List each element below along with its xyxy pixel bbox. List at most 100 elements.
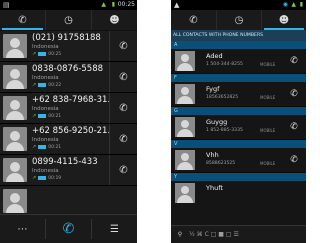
phone-icon: ✆ [119, 102, 128, 114]
call-log-row[interactable]: +62 838-7968-31... Indonesia ↗ 00:21 ✆ [0, 93, 137, 124]
dialpad-button[interactable]: ⋯ [0, 215, 45, 243]
call-number: 0899-4115-433 [32, 157, 98, 167]
outgoing-call-icon: ↗ [32, 51, 37, 57]
search-button[interactable]: ⚲ [171, 226, 189, 243]
search-icon: ⚲ [177, 231, 183, 238]
phone-type: MOBILE [260, 95, 276, 100]
call-meta: ↗ 00:19 [32, 175, 61, 181]
menu-icon: ☰ [110, 223, 119, 235]
call-location: Indonesia [32, 168, 59, 174]
dialpad-icon: ⋯ [17, 223, 28, 235]
image-icon: ▤ [3, 1, 10, 9]
phone-icon: ✆ [290, 155, 298, 165]
call-log-row[interactable]: +62 856-9250-21... Indonesia ↗ 00:21 ✆ [0, 124, 137, 155]
call-button[interactable]: ✆ [109, 31, 137, 61]
call-meta: ↗ 00:22 [32, 82, 61, 88]
section-header: G [171, 107, 306, 115]
contact-row[interactable]: Fygf 18563652825 MOBILE ✆ [171, 82, 306, 106]
alphabet-strip: ½ ⌘ C □ ■ □ ☰ [189, 231, 239, 238]
call-location: Indonesia [32, 106, 59, 112]
call-tab-button[interactable]: ✆ [46, 215, 91, 243]
phone-icon: ✆ [18, 14, 27, 26]
phone-icon: ✆ [62, 221, 75, 237]
phone-icon: ✆ [290, 89, 298, 99]
menu-button[interactable]: ☰ [92, 215, 137, 243]
sim-icon [38, 144, 47, 149]
call-button[interactable]: ✆ [282, 82, 306, 106]
call-button[interactable]: ✆ [282, 115, 306, 139]
contacts-screen: ▲ ◉ ▲ ▮ ✆ ◷ ☻ ALL CONTACTS WITH PHONE NU… [171, 0, 306, 243]
avatar [175, 84, 195, 104]
tab-recent[interactable]: ◷ [46, 10, 91, 30]
contact-row[interactable]: Aded 1 504-344-8255 MOBILE ✆ [171, 49, 306, 73]
call-button[interactable]: ✆ [282, 49, 306, 73]
call-location: Indonesia [32, 75, 59, 81]
phone-icon: ✆ [119, 164, 128, 176]
outgoing-call-icon: ↗ [32, 113, 37, 119]
avatar [3, 34, 27, 58]
call-button[interactable]: ✆ [282, 148, 306, 172]
quick-actions[interactable]: ½ ⌘ C □ ■ □ ☰ [189, 226, 306, 243]
call-time: 00:25 [48, 52, 62, 57]
call-meta: ↗ 00:21 [32, 113, 61, 119]
contact-name: Aded [206, 52, 223, 60]
call-button[interactable]: ✆ [109, 62, 137, 92]
tab-calls[interactable]: ✆ [0, 10, 45, 30]
call-log-row[interactable]: 0838-0876-5588 Indonesia ↗ 00:22 ✆ [0, 62, 137, 93]
phone-type: MOBILE [260, 161, 276, 166]
signal-icon: ▲ [291, 1, 296, 8]
contact-name: Yhuft [206, 184, 223, 192]
signal-icon: ▲ [101, 1, 106, 8]
avatar [175, 51, 195, 71]
call-button[interactable]: ✆ [109, 155, 137, 185]
contacts-icon: ☻ [278, 14, 290, 26]
call-button[interactable]: ✆ [109, 93, 137, 123]
contact-row[interactable]: Yhuft [171, 181, 306, 225]
outgoing-call-icon: ↗ [32, 175, 37, 181]
contact-phone: 1 852-885-3335 [206, 128, 243, 133]
sim-icon [38, 175, 47, 180]
call-button[interactable]: ✆ [109, 124, 137, 154]
avatar [175, 150, 195, 170]
sim-icon [38, 113, 47, 118]
avatar [175, 183, 195, 203]
phone-icon: ✆ [119, 133, 128, 145]
call-log-row-partial[interactable] [0, 186, 137, 216]
wifi-icon: ◉ [282, 1, 288, 8]
status-bar: ▲ ◉ ▲ ▮ [171, 0, 306, 10]
call-number: 0838-0876-5588 [32, 64, 104, 74]
tab-recent[interactable]: ◷ [217, 10, 261, 30]
contact-phone: 18563652825 [206, 95, 239, 100]
section-header: F [171, 74, 306, 82]
call-log-screen: ▤ ▲ ▮ 00:25 ✆ ◷ ☻ (021) 91758188 Indones… [0, 0, 137, 243]
clock-icon: ◷ [234, 14, 244, 26]
call-log-row[interactable]: 0899-4115-433 Indonesia ↗ 00:19 ✆ [0, 155, 137, 186]
bottom-bar: ⚲ ½ ⌘ C □ ■ □ ☰ [171, 225, 306, 243]
tab-calls[interactable]: ✆ [171, 10, 216, 30]
clock-icon: ◷ [64, 14, 73, 26]
avatar [3, 65, 27, 89]
call-meta: ↗ 00:21 [32, 144, 61, 150]
avatar [3, 96, 27, 120]
contact-name: Fygf [206, 85, 220, 93]
status-bar: ▤ ▲ ▮ 00:25 [0, 0, 137, 10]
sim-icon [38, 82, 47, 87]
call-location: Indonesia [32, 44, 59, 50]
tab-bar: ✆ ◷ ☻ [171, 10, 306, 30]
upload-icon: ▲ [174, 1, 180, 9]
phone-icon: ✆ [119, 71, 128, 83]
call-time: 00:22 [48, 83, 62, 88]
phone-icon: ✆ [290, 56, 298, 66]
contact-row[interactable]: Guygg 1 852-885-3335 MOBILE ✆ [171, 115, 306, 139]
call-number: +62 838-7968-31... [32, 95, 110, 105]
call-time: 00:21 [48, 145, 62, 150]
phone-icon: ✆ [290, 122, 298, 132]
tab-contacts[interactable]: ☻ [262, 10, 306, 30]
contact-phone: 1 504-344-8255 [206, 62, 243, 67]
outgoing-call-icon: ↗ [32, 144, 37, 150]
contact-row[interactable]: Vhh 8588623525 MOBILE ✆ [171, 148, 306, 172]
tab-contacts[interactable]: ☻ [92, 10, 137, 30]
call-log-row[interactable]: (021) 91758188 Indonesia ↗ 00:25 ✆ [0, 31, 137, 62]
phone-icon: ✆ [119, 40, 128, 52]
battery-icon: ▮ [299, 1, 303, 8]
